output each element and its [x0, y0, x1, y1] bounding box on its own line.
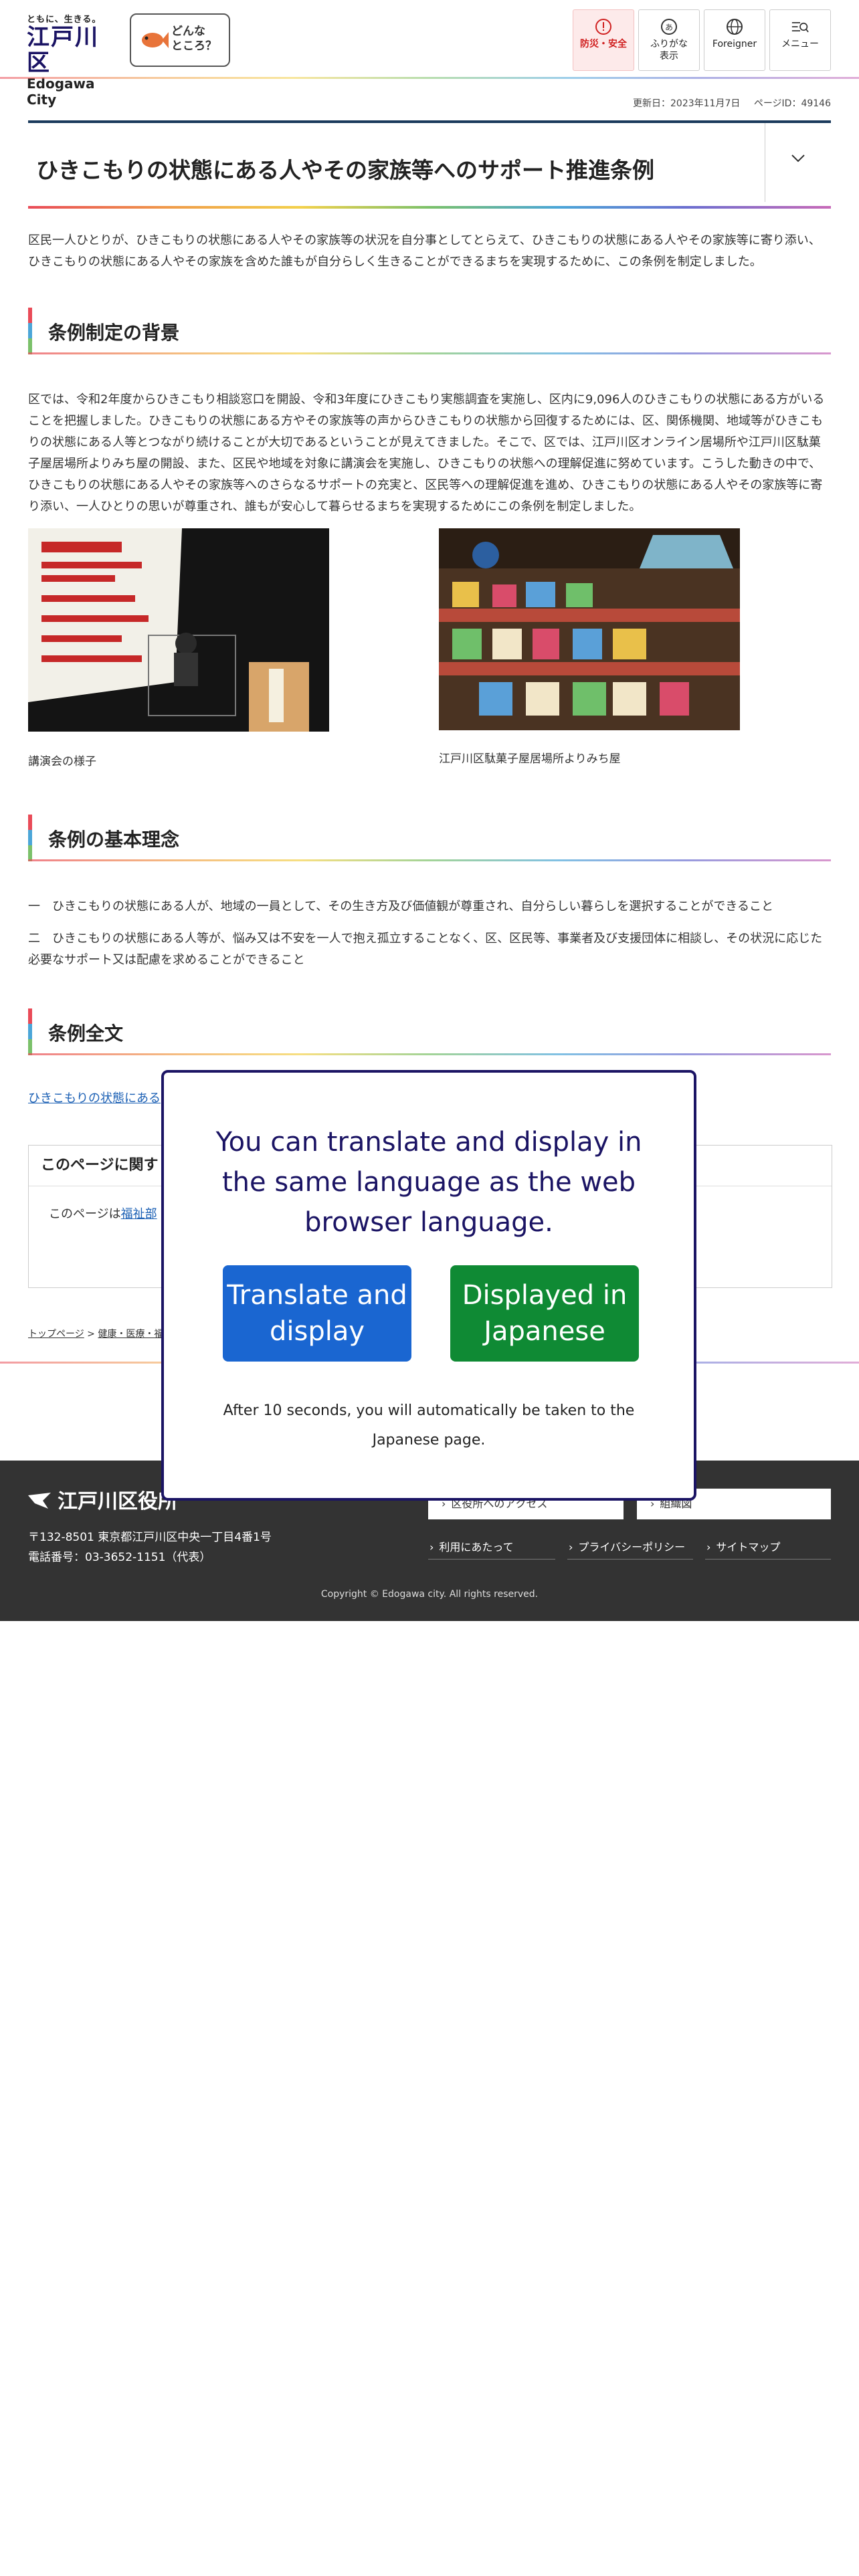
japanese-button-label: Displayed in Japanese [462, 1280, 628, 1347]
footer-address: 〒132-8501 東京都江戸川区中央一丁目4番1号 電話番号：03-3652-… [28, 1527, 272, 1568]
svg-text:あ: あ [665, 23, 673, 32]
donna-label-1: どんな [171, 25, 205, 38]
heading-underline [28, 352, 831, 354]
translate-button[interactable]: Translate and display [223, 1265, 411, 1362]
terms-link[interactable]: 利用にあたって [428, 1535, 555, 1560]
principle-item-1: 一 ひきこもりの状態にある人が、地域の一員として、その生き方及び価値観が尊重され… [28, 899, 774, 914]
menu-button[interactable]: メニュー [769, 9, 831, 71]
furigana-label: ふりがな表示 [650, 39, 688, 62]
background-text: 区では、令和2年度からひきこもり相談窓口を開設、令和3年度にひきこもり実態調査を… [28, 393, 825, 514]
breadcrumb-health[interactable]: 健康・医療・福 [98, 1329, 163, 1339]
header-divider [0, 77, 859, 79]
donna-label-2: ところ？ [171, 39, 217, 53]
redirect-note: After 10 seconds, you will automatically… [223, 1402, 635, 1448]
footer-org-name: 江戸川区役所 [28, 1485, 178, 1514]
section-heading-text: 条例の基本理念 [48, 829, 180, 851]
sitemap-link[interactable]: サイトマップ [705, 1535, 831, 1560]
page-title-box: ひきこもりの状態にある人やその家族等へのサポート推進条例 [28, 120, 831, 209]
footer-address-line: 〒132-8501 東京都江戸川区中央一丁目4番1号 [28, 1531, 272, 1544]
city-emblem-icon [28, 1493, 51, 1509]
furigana-button[interactable]: あ ふりがな表示 [638, 9, 700, 71]
heading-underline [28, 1053, 831, 1055]
goldfish-icon [142, 32, 169, 48]
foreigner-button[interactable]: Foreigner [704, 9, 765, 71]
translate-button-label: Translate and display [227, 1280, 407, 1347]
inquiry-prefix: このページは [49, 1207, 121, 1221]
section-heading-text: 条例全文 [48, 1023, 124, 1045]
chevron-down-icon [791, 154, 805, 163]
logo-english: Edogawa City [27, 76, 95, 108]
heading-bar [28, 308, 32, 354]
page-id: ページID：49146 [753, 98, 831, 109]
japanese-button[interactable]: Displayed in Japanese [450, 1265, 639, 1362]
alert-icon [595, 19, 611, 35]
breadcrumb-top[interactable]: トップページ [28, 1329, 84, 1339]
safety-label: 防災・安全 [580, 39, 627, 49]
section-heading-background: 条例制定の背景 [28, 308, 831, 354]
globe-icon [727, 19, 743, 35]
translation-dialog: You can translate and display in the sam… [161, 1070, 696, 1501]
title-toggle-button[interactable] [765, 123, 831, 202]
title-underline [28, 206, 831, 209]
footer-phone: 電話番号：03-3652-1151（代表） [28, 1551, 211, 1564]
dagashiya-caption: 江戸川区駄菓子屋居場所よりみち屋 [439, 752, 621, 766]
section-heading-text: 条例制定の背景 [48, 322, 180, 344]
footer-org-name-text: 江戸川区役所 [58, 1490, 178, 1513]
lecture-photo [28, 528, 329, 732]
logo-kanji: 江戸川区 [27, 24, 99, 76]
inquiry-dept-link[interactable]: 福祉部 [121, 1207, 157, 1221]
page-meta: 更新日：2023年11月7日 ページID：49146 [633, 96, 831, 110]
logo-tagline: ともに、生きる。 [27, 15, 102, 25]
copyright: Copyright © Edogawa city. All rights res… [320, 1589, 539, 1600]
updated-date: 更新日：2023年11月7日 [633, 98, 741, 109]
breadcrumb: トップページ > 健康・医療・福 [28, 1329, 164, 1339]
heading-underline [28, 859, 831, 861]
site-header: ともに、生きる。 江戸川区 Edogawa City どんな ところ？ 防災・安… [0, 0, 859, 108]
menu-label: メニュー [781, 39, 819, 49]
furigana-icon: あ [661, 19, 677, 35]
section-heading-fulltext: 条例全文 [28, 1008, 831, 1055]
inquiry-body: このページは福祉部 [49, 1204, 157, 1222]
dagashiya-photo [439, 528, 740, 730]
heading-bar [28, 815, 32, 861]
translation-message: You can translate and display in the sam… [215, 1127, 642, 1238]
donna-tokoro-banner[interactable]: どんな ところ？ [130, 13, 230, 67]
section-heading-principles: 条例の基本理念 [28, 815, 831, 861]
site-logo[interactable]: ともに、生きる。 江戸川区 Edogawa City [27, 12, 120, 108]
intro-text: 区民一人ひとりが、ひきこもりの状態にある人やその家族等の状況を自分事としてとらえ… [28, 233, 821, 269]
lecture-caption: 講演会の様子 [28, 755, 96, 768]
safety-button[interactable]: 防災・安全 [573, 9, 634, 71]
heading-bar [28, 1008, 32, 1055]
principle-item-2: 二 ひきこもりの状態にある人等が、悩み又は不安を一人で抱え孤立することなく、区、… [28, 932, 823, 967]
ordinance-fulltext-link[interactable]: ひきこもりの状態にある [28, 1089, 161, 1106]
privacy-link[interactable]: プライバシーポリシー [567, 1535, 693, 1560]
page-title: ひきこもりの状態にある人やその家族等へのサポート推進条例 [36, 157, 654, 183]
foreigner-label: Foreigner [712, 39, 757, 49]
menu-search-icon [791, 22, 809, 33]
